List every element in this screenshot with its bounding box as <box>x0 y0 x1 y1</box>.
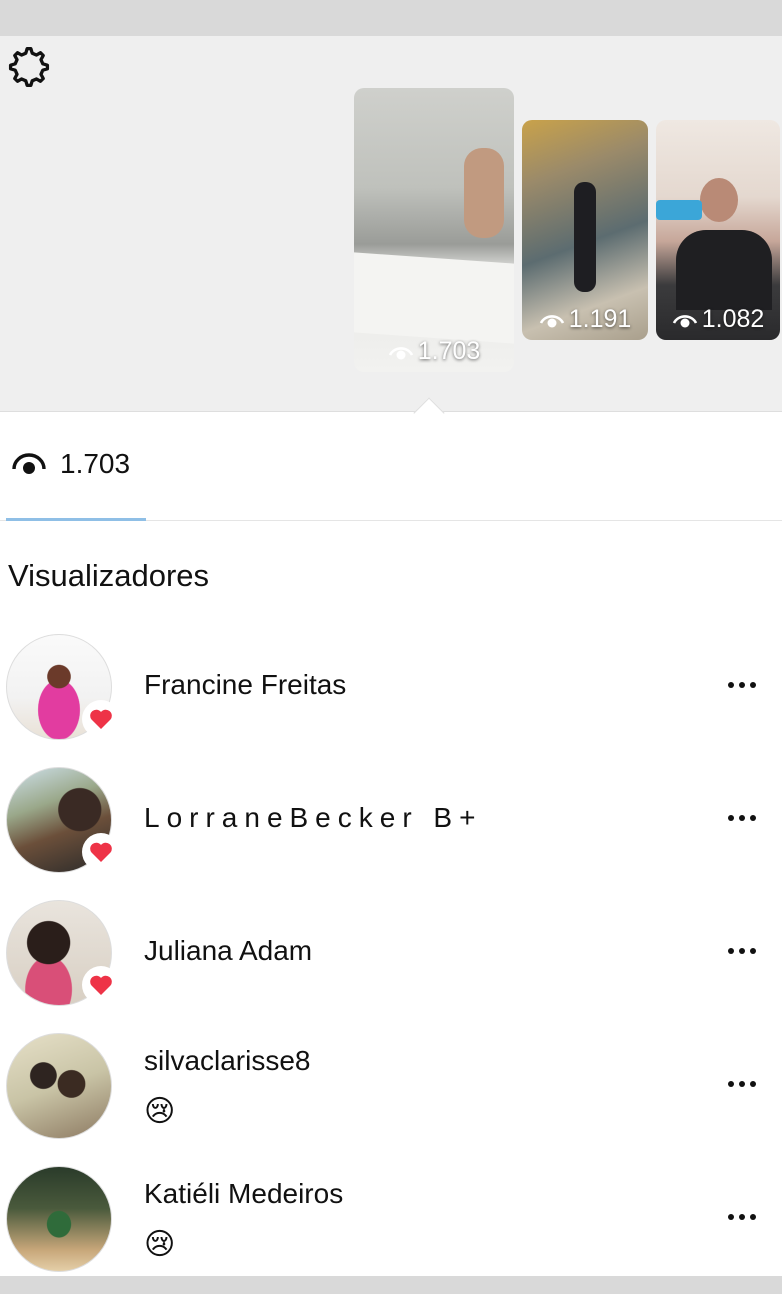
eye-icon <box>539 314 564 327</box>
heart-icon <box>90 975 112 995</box>
viewer-row[interactable]: silvaclarisse8 😢 <box>0 1033 782 1145</box>
more-options-button[interactable] <box>718 803 766 833</box>
viewer-row[interactable]: Katiéli Medeiros 😢 <box>0 1166 782 1276</box>
story-view-count-value: 1.082 <box>701 305 765 333</box>
liked-badge <box>82 833 120 871</box>
eye-icon <box>672 314 697 327</box>
story-view-count-value: 1.703 <box>417 337 481 365</box>
story-image-bottle <box>656 200 702 220</box>
avatar[interactable] <box>6 1033 112 1139</box>
viewer-name[interactable]: LorraneBecker B+ <box>144 802 482 834</box>
more-options-button[interactable] <box>718 670 766 700</box>
liked-badge <box>82 966 120 1004</box>
viewer-name[interactable]: silvaclarisse8 <box>144 1045 311 1077</box>
story-image-head <box>700 178 738 222</box>
heart-icon <box>90 842 112 862</box>
gear-icon[interactable] <box>4 42 54 92</box>
views-count: 1.703 <box>60 448 131 479</box>
crying-face-reaction: 😢 <box>144 1228 176 1261</box>
viewer-row[interactable]: Juliana Adam <box>0 900 782 1012</box>
tab-indicator <box>6 518 146 521</box>
story-thumbnail-2[interactable]: 1.191 <box>522 120 648 340</box>
viewer-name[interactable]: Katiéli Medeiros <box>144 1178 343 1210</box>
story-image-paper <box>354 252 514 344</box>
story-strip: 1.703 1.191 1.082 <box>0 36 782 412</box>
story-image <box>464 148 504 238</box>
avatar[interactable] <box>6 1166 112 1272</box>
more-options-button[interactable] <box>718 1202 766 1232</box>
views-summary[interactable]: 1.703 <box>12 448 130 480</box>
story-thumbnail-1[interactable]: 1.703 <box>354 88 514 372</box>
crying-face-reaction: 😢 <box>144 1095 176 1128</box>
viewer-row[interactable]: Francine Freitas <box>0 634 782 746</box>
more-options-button[interactable] <box>718 1069 766 1099</box>
story-view-count: 1.191 <box>522 305 648 334</box>
viewer-name[interactable]: Juliana Adam <box>144 935 312 967</box>
story-image <box>574 182 596 292</box>
eye-icon <box>388 346 413 359</box>
viewer-row[interactable]: LorraneBecker B+ <box>0 767 782 879</box>
viewers-section-title: Visualizadores <box>8 558 210 593</box>
eye-icon <box>12 453 46 474</box>
story-viewers-screen: 1.703 1.191 1.082 1.703 Visualizadores F… <box>0 36 782 1276</box>
story-view-count-value: 1.191 <box>568 305 632 333</box>
story-view-count: 1.082 <box>656 305 780 334</box>
story-thumbnail-3[interactable]: 1.082 <box>656 120 780 340</box>
viewer-name[interactable]: Francine Freitas <box>144 669 346 701</box>
story-view-count: 1.703 <box>354 337 514 366</box>
liked-badge <box>82 700 120 738</box>
more-options-button[interactable] <box>718 936 766 966</box>
story-image <box>676 230 772 310</box>
heart-icon <box>90 709 112 729</box>
